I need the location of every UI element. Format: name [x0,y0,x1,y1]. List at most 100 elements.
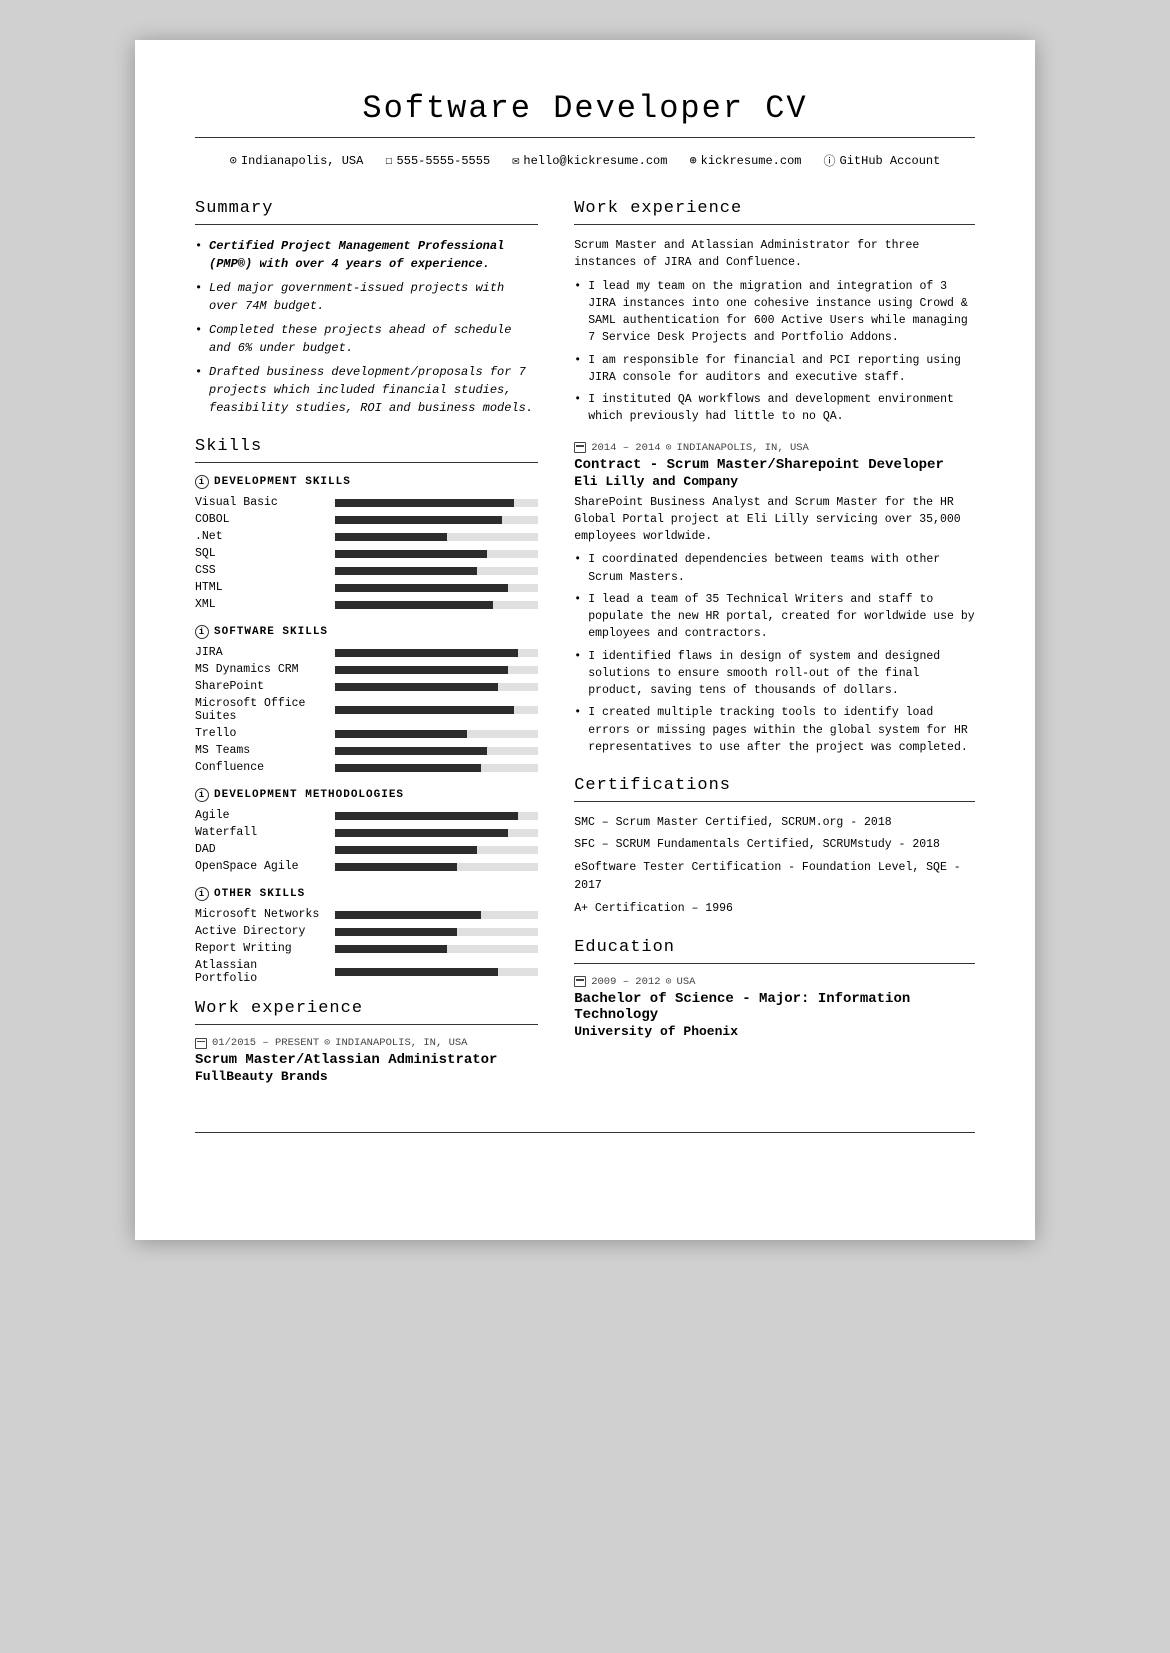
job-dates-fullbeauty: 01/2015 – PRESENT [212,1037,319,1049]
edu-degree: Bachelor of Science - Major: Information… [574,991,975,1023]
skill-visualbasic: Visual Basic [195,496,538,509]
skill-jira: JIRA [195,646,538,659]
main-content: Summary Certified Project Management Pro… [195,199,975,1102]
skill-trello: Trello [195,727,538,740]
email-icon: ✉ [512,153,519,168]
dev-skills-info-icon: i [195,475,209,489]
job-title-fullbeauty: Scrum Master/Atlassian Administrator [195,1052,538,1068]
skill-atlassian: Atlassian Portfolio [195,959,538,985]
summary-item-2: Led major government-issued projects wit… [195,279,538,315]
edu-cal-icon [574,976,586,987]
summary-item-3: Completed these projects ahead of schedu… [195,321,538,357]
skill-openspace: OpenSpace Agile [195,860,538,873]
contact-email: ✉ hello@kickresume.com [512,153,667,168]
cert-1: SMC – Scrum Master Certified, SCRUM.org … [574,814,975,832]
skill-dad: DAD [195,843,538,856]
dev-skills-category: i DEVELOPMENT SKILLS Visual Basic COBOL … [195,475,538,611]
job-meta-fullbeauty: 01/2015 – PRESENT ⊙ INDIANAPOLIS, IN, US… [195,1037,538,1049]
summary-item-1: Certified Project Management Professiona… [195,237,538,273]
summary-list: Certified Project Management Professiona… [195,237,538,417]
other-skills-info-icon: i [195,887,209,901]
cert-3: eSoftware Tester Certification - Foundat… [574,859,975,896]
title-divider [195,137,975,138]
elililly-bullet-2: I lead a team of 35 Technical Writers an… [574,591,975,643]
edu-school: University of Phoenix [574,1024,975,1039]
summary-item-4: Drafted business development/proposals f… [195,363,538,417]
education-line [574,963,975,964]
pin-icon-fullbeauty: ⊙ [324,1037,330,1049]
elililly-bullet-1: I coordinated dependencies between teams… [574,551,975,586]
software-skills-category: i SOFTWARE SKILLS JIRA MS Dynamics CRM S… [195,625,538,774]
skill-net: .Net [195,530,538,543]
work-exp-intro: Scrum Master and Atlassian Administrator… [574,237,975,272]
other-skills-title: i OTHER SKILLS [195,887,538,901]
skill-html: HTML [195,581,538,594]
job-entry-fullbeauty: 01/2015 – PRESENT ⊙ INDIANAPOLIS, IN, US… [195,1037,538,1084]
summary-item-4-text: Drafted business development/proposals f… [209,365,533,415]
certifications-line [574,801,975,802]
certifications-heading: Certifications [574,776,975,795]
website-text: kickresume.com [701,154,802,168]
skill-msoffice: Microsoft Office Suites [195,697,538,723]
bottom-divider [195,1132,975,1133]
skill-msnetworks: Microsoft Networks [195,908,538,921]
work-exp-left-line [195,1024,538,1025]
right-column: Work experience Scrum Master and Atlassi… [574,199,975,1102]
job-bullets-elililly: I coordinated dependencies between teams… [574,551,975,756]
job-dates-elililly: 2014 – 2014 [591,442,660,454]
work-exp-right-line [574,224,975,225]
job-entry-elililly: 2014 – 2014 ⊙ INDIANAPOLIS, IN, USA Cont… [574,442,975,757]
pin-icon-elililly: ⊙ [666,442,672,454]
work-bullet-3: I instituted QA workflows and developmen… [574,391,975,426]
contact-website: ⊕ kickresume.com [689,153,801,168]
other-skills-label: OTHER SKILLS [214,888,305,900]
software-skills-label: SOFTWARE SKILLS [214,626,328,638]
skill-css: CSS [195,564,538,577]
elililly-bullet-4: I created multiple tracking tools to ide… [574,704,975,756]
job-location-elililly: INDIANAPOLIS, IN, USA [677,442,809,454]
skill-msteams: MS Teams [195,744,538,757]
dev-skills-title: i DEVELOPMENT SKILLS [195,475,538,489]
other-skills-category: i OTHER SKILLS Microsoft Networks Active… [195,887,538,985]
skill-sql: SQL [195,547,538,560]
elililly-bullet-3: I identified flaws in design of system a… [574,648,975,700]
work-bullet-2: I am responsible for financial and PCI r… [574,352,975,387]
resume-page: Software Developer CV ⊙ Indianapolis, US… [135,40,1035,1240]
job-location-fullbeauty: INDIANAPOLIS, IN, USA [335,1037,467,1049]
phone-icon: ☐ [385,153,392,168]
github-text: GitHub Account [840,154,941,168]
contact-github: ⓘ GitHub Account [824,152,941,169]
dev-skills-label: DEVELOPMENT SKILLS [214,476,351,488]
cal-icon-fullbeauty [195,1038,207,1049]
education-section: Education 2009 – 2012 ⊙ USA Bachelor of … [574,938,975,1039]
summary-item-3-text: Completed these projects ahead of schedu… [209,323,511,355]
skills-line [195,462,538,463]
job-desc-elililly: SharePoint Business Analyst and Scrum Ma… [574,494,975,546]
skill-activedir: Active Directory [195,925,538,938]
skill-waterfall: Waterfall [195,826,538,839]
edu-location: USA [677,976,696,988]
web-icon: ⊕ [689,153,696,168]
summary-item-1-text: Certified Project Management Professiona… [209,239,504,271]
job-title-elililly: Contract - Scrum Master/Sharepoint Devel… [574,457,975,473]
devmethod-skills-title: i DEVELOPMENT METHODOLOGIES [195,788,538,802]
job-company-fullbeauty: FullBeauty Brands [195,1069,538,1084]
phone-text: 555-5555-5555 [397,154,491,168]
skill-xml: XML [195,598,538,611]
work-exp-left-section: Work experience 01/2015 – PRESENT ⊙ INDI… [195,999,538,1084]
devmethod-skills-category: i DEVELOPMENT METHODOLOGIES Agile Waterf… [195,788,538,873]
edu-pin-icon: ⊙ [666,976,672,988]
work-bullet-1: I lead my team on the migration and inte… [574,278,975,347]
job-company-elililly: Eli Lilly and Company [574,474,975,489]
devmethod-label: DEVELOPMENT METHODOLOGIES [214,789,404,801]
skill-sharepoint: SharePoint [195,680,538,693]
skill-agile: Agile [195,809,538,822]
email-text: hello@kickresume.com [523,154,667,168]
location-icon: ⊙ [230,153,237,168]
skill-reportwriting: Report Writing [195,942,538,955]
work-exp-right-section: Work experience Scrum Master and Atlassi… [574,199,975,756]
summary-heading: Summary [195,199,538,218]
edu-dates: 2009 – 2012 [591,976,660,988]
software-skills-info-icon: i [195,625,209,639]
work-exp-right-heading: Work experience [574,199,975,218]
